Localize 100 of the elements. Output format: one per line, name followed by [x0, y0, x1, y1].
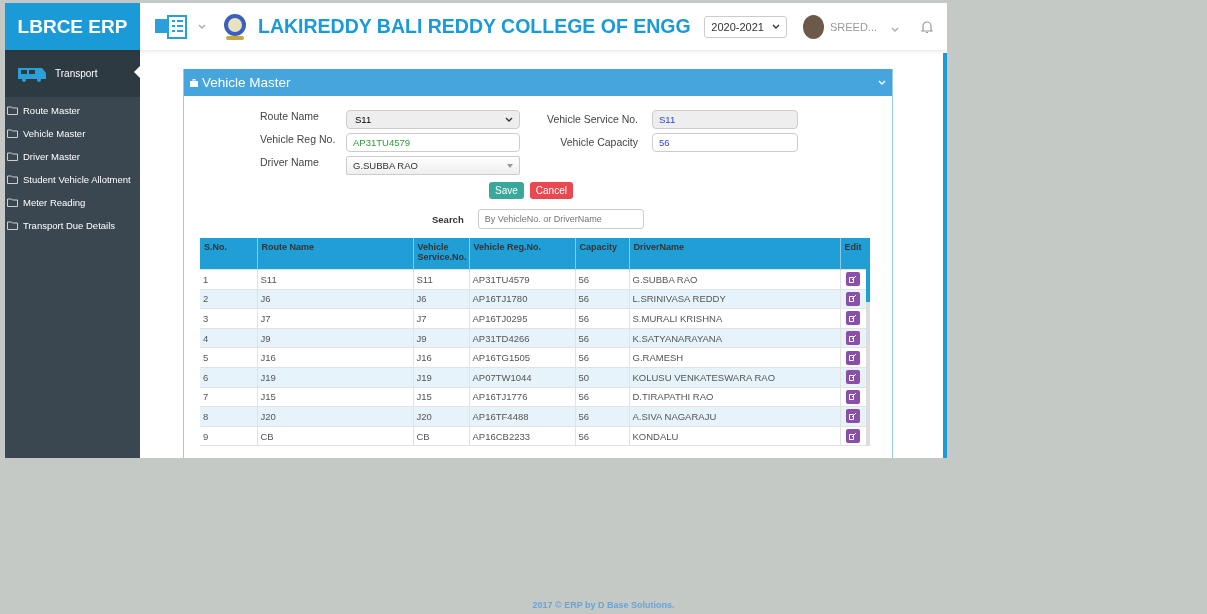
caret-icon — [771, 24, 780, 29]
college-name: LAKIREDDY BALI REDDY COLLEGE OF ENGG — [258, 15, 691, 38]
caret-icon — [505, 117, 513, 122]
caret-icon — [198, 24, 206, 29]
driver-select[interactable]: G.SUBBA RAO — [346, 156, 520, 175]
transport-module[interactable]: Transport — [5, 50, 140, 97]
bus-icon — [17, 65, 47, 82]
table-cell: 56 — [575, 387, 629, 407]
sidebar-item[interactable]: Vehicle Master — [5, 122, 140, 145]
table-cell: G.SUBBA RAO — [629, 269, 840, 290]
field-label: Route Name — [260, 110, 320, 122]
user-avatar[interactable] — [802, 14, 824, 39]
table-cell: J15 — [257, 387, 413, 407]
column-header: DriverName — [629, 238, 840, 270]
table-cell: CB — [413, 426, 469, 446]
search-field[interactable]: By VehicleNo. or DriverName — [477, 209, 644, 229]
table-cell: J7 — [413, 308, 469, 329]
sidebar-item[interactable]: Route Master — [5, 99, 140, 122]
input-field[interactable]: 56 — [652, 133, 798, 152]
module-label: Transport — [55, 68, 98, 79]
field-label: Vehicle Capacity — [559, 135, 639, 148]
table-cell: S.MURALI KRISHNA — [629, 308, 840, 329]
column-header: Capacity — [575, 238, 629, 270]
edit-button[interactable] — [846, 272, 860, 287]
table-cell: AP16TG1505 — [469, 347, 575, 368]
table-cell: G.RAMESH — [629, 347, 840, 368]
input-field[interactable]: AP31TU4579 — [346, 133, 520, 152]
table-cell: J15 — [413, 387, 469, 407]
briefcase-icon — [190, 78, 198, 87]
field-label: Vehicle Reg No. — [260, 133, 337, 145]
column-header: Vehicle Service.No. — [413, 238, 469, 270]
sidebar-item[interactable]: Meter Reading — [5, 191, 140, 214]
table-cell: 56 — [575, 269, 629, 290]
edit-icon — [849, 315, 857, 322]
table-cell: 9 — [200, 426, 257, 446]
field-label: Vehicle Service No. — [545, 112, 639, 125]
footer-text: 2017 © ERP by D Base Solutions. — [532, 600, 675, 610]
table-cell: 56 — [575, 426, 629, 446]
edit-icon — [849, 354, 857, 362]
edit-button[interactable] — [846, 409, 860, 424]
column-header: Route Name — [257, 238, 413, 270]
edit-icon — [849, 275, 857, 283]
edit-icon — [849, 334, 857, 342]
sidebar-item[interactable]: Driver Master — [5, 145, 140, 168]
folder-icon — [7, 175, 18, 184]
table-cell: AP16TJ0295 — [469, 308, 575, 329]
service-no-field: S11 — [652, 110, 798, 129]
table-cell: 8 — [200, 406, 257, 427]
table-cell: KONDALU — [629, 426, 840, 446]
edit-icon — [849, 432, 857, 440]
table-cell: J16 — [257, 347, 413, 368]
panel-title: Vehicle Master — [202, 75, 292, 90]
edit-button[interactable] — [846, 370, 860, 385]
academic-year-select[interactable]: 2020-2021 — [704, 15, 787, 38]
table-cell: 7 — [200, 387, 257, 407]
folder-icon — [7, 152, 18, 161]
folder-icon — [7, 106, 18, 115]
edit-button[interactable] — [846, 389, 860, 404]
table-cell: AP16TJ1776 — [469, 387, 575, 407]
edit-button[interactable] — [846, 429, 860, 444]
dashboard-icon[interactable] — [154, 14, 188, 39]
edit-button[interactable] — [846, 331, 860, 346]
column-header: S.No. — [200, 238, 257, 270]
folder-icon — [7, 129, 18, 138]
folder-icon — [7, 221, 18, 230]
collapse-icon — [878, 80, 886, 85]
table-cell: 56 — [575, 347, 629, 368]
college-emblem-icon — [222, 12, 248, 41]
edit-icon — [849, 393, 857, 401]
sidebar-item[interactable]: Transport Due Details — [5, 214, 140, 237]
field-label: Driver Name — [260, 156, 320, 168]
table-cell: AP31TU4579 — [469, 269, 575, 290]
table-cell: S11 — [257, 269, 413, 290]
caret-icon — [507, 163, 513, 168]
table-cell: 4 — [200, 328, 257, 348]
table-cell: 3 — [200, 308, 257, 329]
table-cell: J7 — [257, 308, 413, 329]
table-cell: 6 — [200, 367, 257, 388]
edit-icon — [849, 373, 857, 381]
column-header: Vehicle Reg.No. — [469, 238, 575, 270]
edit-button[interactable] — [846, 311, 860, 326]
search-label: Search — [432, 213, 464, 225]
table-cell: CB — [257, 426, 413, 446]
edit-icon — [849, 295, 857, 303]
cancel-button[interactable]: Cancel — [529, 182, 573, 199]
edit-button[interactable] — [846, 291, 860, 306]
table-cell: 2 — [200, 289, 257, 309]
table-cell: 1 — [200, 269, 257, 290]
edit-icon — [849, 412, 857, 420]
table-cell: J16 — [413, 347, 469, 368]
column-header: Edit — [840, 238, 866, 270]
sidebar-item[interactable]: Student Vehicle Allotment — [5, 168, 140, 191]
edit-button[interactable] — [846, 350, 860, 365]
table-cell: 5 — [200, 347, 257, 368]
table-cell: D.TIRAPATHI RAO — [629, 387, 840, 407]
caret-icon — [891, 26, 899, 32]
bell-icon[interactable] — [921, 19, 933, 34]
route-select[interactable]: S11 — [346, 110, 520, 129]
folder-icon — [7, 198, 18, 207]
table-cell: 56 — [575, 308, 629, 329]
